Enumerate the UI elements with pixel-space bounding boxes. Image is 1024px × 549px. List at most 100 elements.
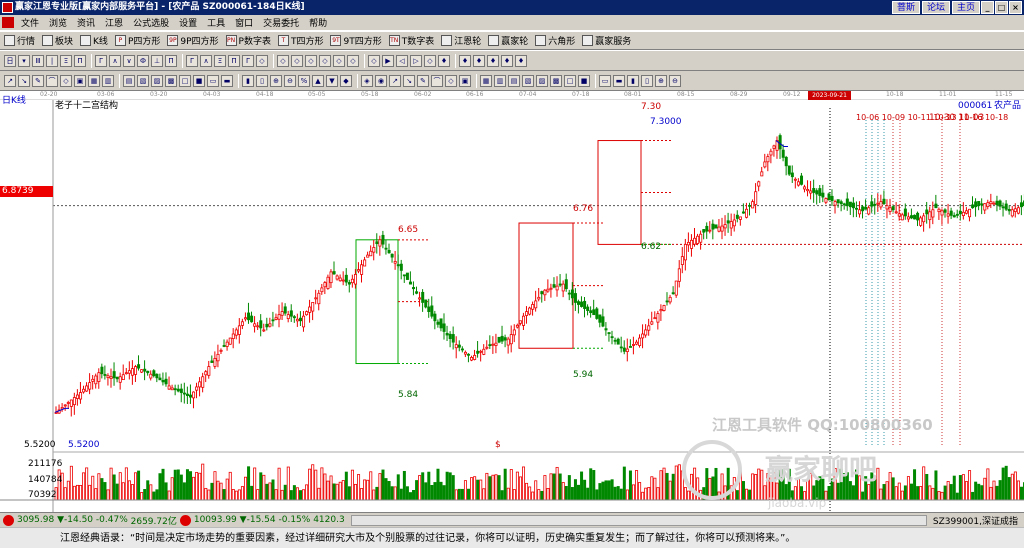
draw-tool-icon[interactable]: ▨ (536, 74, 548, 87)
menu-settings[interactable]: 设置 (174, 16, 202, 29)
draw-tool-icon[interactable]: ■ (193, 74, 205, 87)
draw-tool-icon[interactable]: ▣ (74, 74, 86, 87)
menu-formula[interactable]: 公式选股 (128, 16, 174, 29)
toolbar-button-11[interactable]: 六角形 (535, 34, 575, 47)
draw-tool-icon[interactable]: Ξ (60, 54, 72, 67)
menu-help[interactable]: 帮助 (304, 16, 332, 29)
draw-tool-icon[interactable]: ◇ (347, 54, 359, 67)
toolbar-button-12[interactable]: 赢家服务 (582, 34, 631, 47)
index-selector[interactable]: SZ399001,深证成指 (933, 514, 1018, 527)
draw-tool-icon[interactable]: ◇ (445, 74, 457, 87)
draw-tool-icon[interactable]: ◁ (396, 54, 408, 67)
draw-tool-icon[interactable]: ▶ (382, 54, 394, 67)
kline-chart[interactable]: 日K线 老子十二宫结构 000061 农产品 5.5200 5.5200 7.3… (0, 96, 1024, 512)
draw-tool-icon[interactable]: ▯ (256, 74, 268, 87)
draw-tool-icon[interactable]: ▧ (522, 74, 534, 87)
menu-gann[interactable]: 江恩 (100, 16, 128, 29)
draw-tool-icon[interactable]: □ (564, 74, 576, 87)
draw-tool-icon[interactable]: ◆ (340, 74, 352, 87)
draw-tool-icon[interactable]: % (298, 74, 310, 87)
draw-tool-icon[interactable]: ▬ (613, 74, 625, 87)
draw-tool-icon[interactable]: ♦ (459, 54, 471, 67)
draw-tool-icon[interactable]: ♦ (473, 54, 485, 67)
draw-tool-icon[interactable]: ◇ (256, 54, 268, 67)
toolbar-button-0[interactable]: 行情 (4, 34, 35, 47)
menu-tools[interactable]: 工具 (202, 16, 230, 29)
draw-tool-icon[interactable]: ▯ (641, 74, 653, 87)
toolbar-button-10[interactable]: 赢家轮 (488, 34, 528, 47)
close-icon[interactable]: × (1009, 1, 1022, 14)
draw-tool-icon[interactable]: ▦ (480, 74, 492, 87)
draw-tool-icon[interactable]: ⊖ (669, 74, 681, 87)
draw-tool-icon[interactable]: ▭ (207, 74, 219, 87)
draw-tool-icon[interactable]: ▥ (494, 74, 506, 87)
draw-tool-icon[interactable]: ▩ (165, 74, 177, 87)
link-pusi[interactable]: 菩斯 (891, 1, 920, 14)
draw-tool-icon[interactable]: ▮ (627, 74, 639, 87)
draw-tool-icon[interactable]: ◇ (305, 54, 317, 67)
draw-tool-icon[interactable]: ⊖ (284, 74, 296, 87)
draw-tool-icon[interactable]: ▭ (599, 74, 611, 87)
draw-tool-icon[interactable]: ▣ (459, 74, 471, 87)
draw-tool-icon[interactable]: ∧ (200, 54, 212, 67)
draw-tool-icon[interactable]: ▨ (151, 74, 163, 87)
draw-tool-icon[interactable]: ⌒ (431, 74, 443, 87)
draw-tool-icon[interactable]: ↘ (403, 74, 415, 87)
draw-tool-icon[interactable]: ∧ (109, 54, 121, 67)
draw-tool-icon[interactable]: ◇ (368, 54, 380, 67)
draw-tool-icon[interactable]: ♦ (501, 54, 513, 67)
toolbar-button-5[interactable]: PN P数字表 (225, 34, 271, 47)
draw-tool-icon[interactable]: ∨ (123, 54, 135, 67)
draw-tool-icon[interactable]: ◈ (361, 74, 373, 87)
chart-canvas[interactable] (0, 100, 1024, 512)
draw-tool-icon[interactable]: ◉ (375, 74, 387, 87)
toolbar-button-3[interactable]: P P四方形 (114, 34, 160, 47)
draw-tool-icon[interactable]: ▩ (550, 74, 562, 87)
draw-tool-icon[interactable]: ◇ (333, 54, 345, 67)
draw-tool-icon[interactable]: Π (74, 54, 86, 67)
draw-tool-icon[interactable]: ◇ (277, 54, 289, 67)
draw-tool-icon[interactable]: ✎ (417, 74, 429, 87)
draw-tool-icon[interactable]: Γ (242, 54, 254, 67)
toolbar-button-1[interactable]: 板块 (42, 34, 73, 47)
draw-tool-icon[interactable]: ↗ (389, 74, 401, 87)
toolbar-button-6[interactable]: T T四方形 (277, 34, 323, 47)
toolbar-button-7[interactable]: 9T 9T四方形 (330, 34, 382, 47)
draw-tool-icon[interactable]: ◇ (319, 54, 331, 67)
toolbar-button-9[interactable]: 江恩轮 (441, 34, 481, 47)
draw-tool-icon[interactable]: Γ (95, 54, 107, 67)
draw-tool-icon[interactable]: ▮ (242, 74, 254, 87)
link-forum[interactable]: 论坛 (921, 1, 950, 14)
menu-window[interactable]: 窗口 (230, 16, 258, 29)
minimize-icon[interactable]: _ (981, 1, 994, 14)
toolbar-button-4[interactable]: 9P 9P四方形 (167, 34, 219, 47)
draw-tool-icon[interactable]: ▾ (18, 54, 30, 67)
draw-tool-icon[interactable]: ◇ (424, 54, 436, 67)
menu-trade[interactable]: 交易委托 (258, 16, 304, 29)
toolbar-button-8[interactable]: TN T数字表 (388, 34, 434, 47)
draw-tool-icon[interactable]: Π (228, 54, 240, 67)
link-home[interactable]: 主页 (951, 1, 980, 14)
draw-tool-icon[interactable]: ♦ (487, 54, 499, 67)
menu-browse[interactable]: 浏览 (44, 16, 72, 29)
maximize-icon[interactable]: □ (995, 1, 1008, 14)
draw-tool-icon[interactable]: ▬ (221, 74, 233, 87)
draw-tool-icon[interactable]: ◇ (60, 74, 72, 87)
draw-tool-icon[interactable]: ▧ (137, 74, 149, 87)
draw-tool-icon[interactable]: ⌒ (46, 74, 58, 87)
draw-tool-icon[interactable]: ⊕ (270, 74, 282, 87)
draw-tool-icon[interactable]: Π (165, 54, 177, 67)
draw-tool-icon[interactable]: ⊥ (151, 54, 163, 67)
draw-tool-icon[interactable]: ▼ (326, 74, 338, 87)
menu-file[interactable]: 文件 (16, 16, 44, 29)
horizontal-scrollbar[interactable] (350, 514, 927, 526)
draw-tool-icon[interactable]: ✎ (32, 74, 44, 87)
draw-tool-icon[interactable]: ⊕ (655, 74, 667, 87)
draw-tool-icon[interactable]: Γ (186, 54, 198, 67)
draw-tool-icon[interactable]: ♦ (438, 54, 450, 67)
draw-tool-icon[interactable]: ■ (578, 74, 590, 87)
draw-tool-icon[interactable]: ▥ (102, 74, 114, 87)
draw-tool-icon[interactable]: ▤ (123, 74, 135, 87)
draw-tool-icon[interactable]: 日 (4, 54, 16, 67)
draw-tool-icon[interactable]: ↗ (4, 74, 16, 87)
